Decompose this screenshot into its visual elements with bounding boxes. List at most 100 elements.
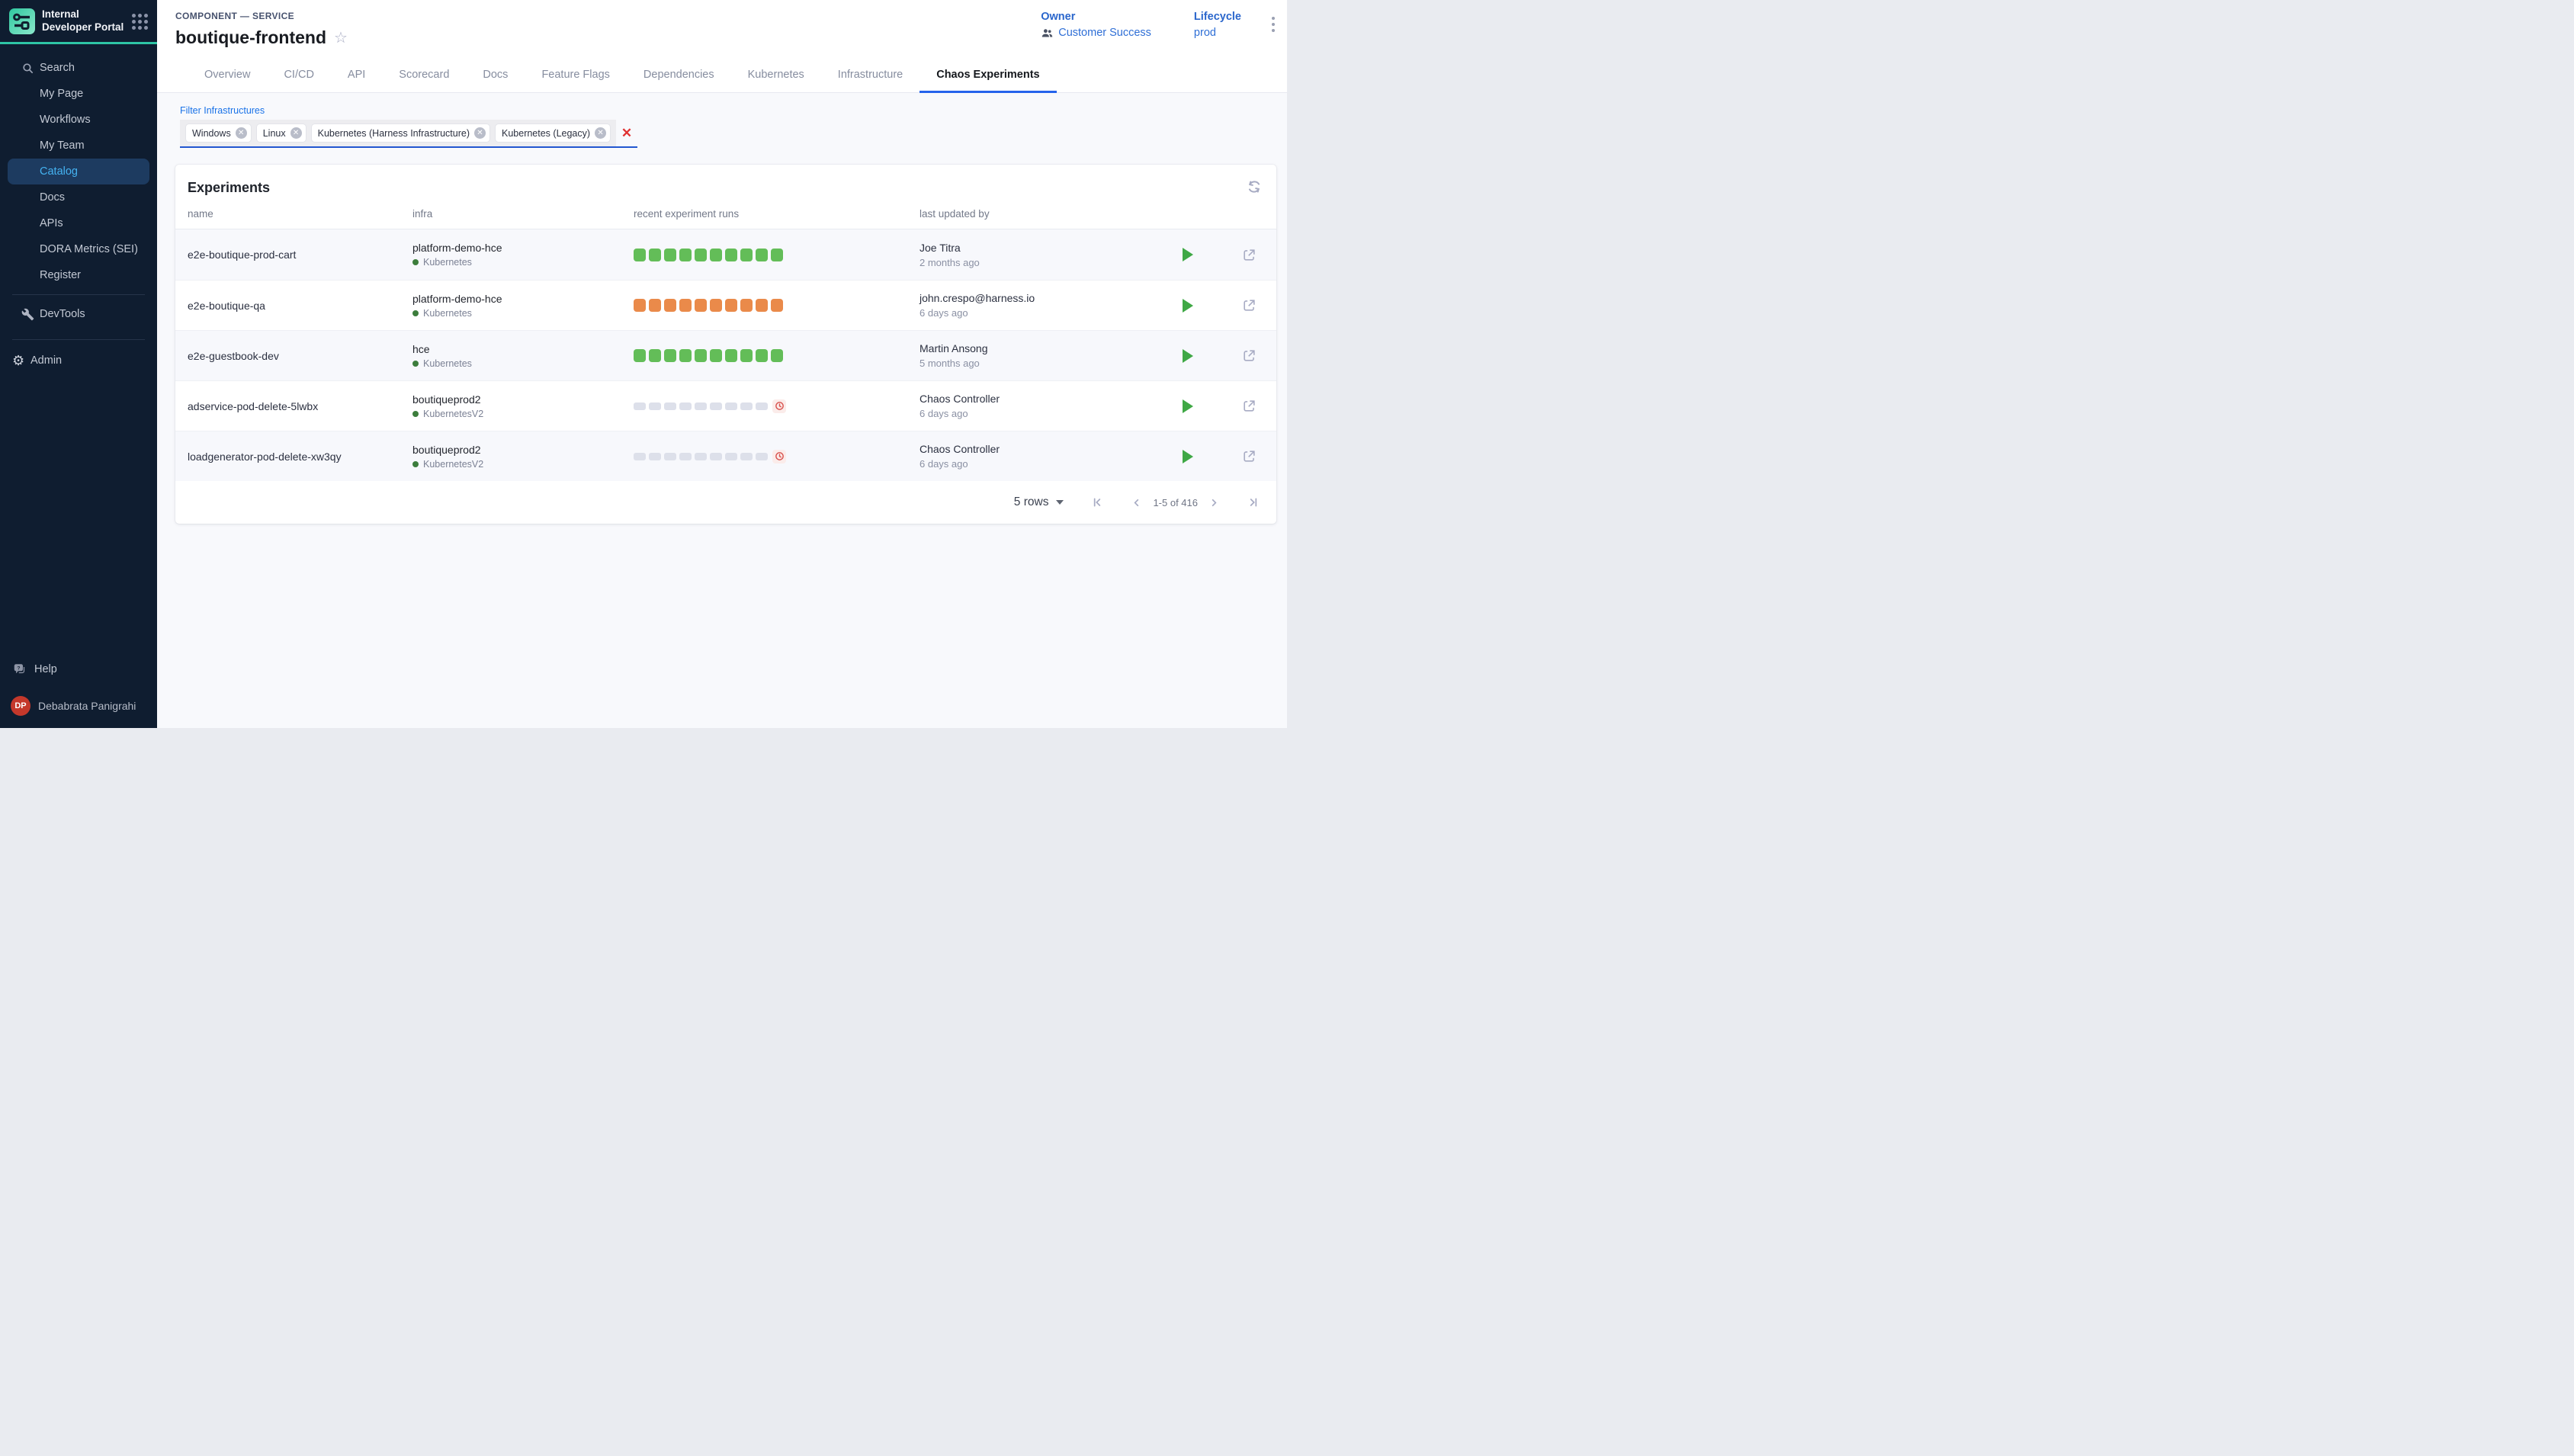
tab-infrastructure[interactable]: Infrastructure: [821, 59, 920, 92]
tab-scorecard[interactable]: Scorecard: [382, 59, 466, 92]
sidebar-item-apis[interactable]: APIs: [0, 210, 157, 236]
open-external-icon[interactable]: [1242, 399, 1257, 413]
pending-clock-icon: [772, 450, 786, 463]
sidebar-bottom: ? Help DP Debabrata Panigrahi: [0, 656, 157, 728]
rows-per-page-select[interactable]: 5 rows: [1014, 495, 1064, 509]
run-status-square: [756, 299, 768, 312]
open-external-icon[interactable]: [1242, 348, 1257, 363]
updated-by: Chaos Controller: [920, 443, 1163, 455]
filter-chip-label: Linux: [263, 128, 286, 139]
prev-page-button[interactable]: [1131, 497, 1142, 508]
filter-chip-label: Kubernetes (Legacy): [502, 128, 590, 139]
chip-close-icon[interactable]: ✕: [236, 127, 247, 139]
run-status-square: [740, 349, 753, 362]
favorite-star-icon[interactable]: ☆: [334, 30, 348, 46]
experiment-name: loadgenerator-pod-delete-xw3qy: [188, 451, 412, 463]
run-status-square: [725, 349, 737, 362]
run-status-square: [649, 453, 661, 460]
last-updated-cell: Joe Titra2 months ago: [920, 242, 1163, 268]
filter-chip-label: Kubernetes (Harness Infrastructure): [318, 128, 470, 139]
run-experiment-play-button[interactable]: [1183, 399, 1193, 413]
user-menu[interactable]: DP Debabrata Panigrahi: [0, 696, 157, 716]
page-title: boutique-frontend: [175, 27, 326, 48]
sidebar-item-catalog[interactable]: Catalog: [0, 159, 157, 184]
tab-dependencies[interactable]: Dependencies: [627, 59, 731, 92]
help-button[interactable]: ? Help: [0, 656, 157, 682]
tab-docs[interactable]: Docs: [466, 59, 525, 92]
refresh-icon[interactable]: [1246, 178, 1263, 195]
tab-api[interactable]: API: [331, 59, 382, 92]
chip-close-icon[interactable]: ✕: [474, 127, 486, 139]
help-bubble-icon: ?: [12, 662, 27, 676]
owner-label: Owner: [1041, 11, 1151, 23]
recent-runs: [634, 399, 920, 413]
sidebar-item-workflows[interactable]: Workflows: [0, 107, 157, 133]
sidebar-item-label: APIs: [40, 217, 63, 229]
tab-overview[interactable]: Overview: [188, 59, 267, 92]
filter-chip[interactable]: Linux ✕: [257, 124, 306, 142]
sidebar-item-devtools[interactable]: DevTools: [0, 301, 157, 327]
run-status-square: [634, 349, 646, 362]
run-status-square: [664, 249, 676, 261]
filter-chip[interactable]: Windows✕: [186, 124, 251, 142]
lifecycle-block: Lifecycle prod: [1194, 11, 1241, 39]
sidebar-item-my-team[interactable]: My Team: [0, 133, 157, 159]
sidebar-item-label: Register: [40, 269, 81, 281]
first-page-button[interactable]: [1091, 496, 1103, 508]
sidebar-item-label: Workflows: [40, 114, 91, 126]
brand: Internal Developer Portal: [0, 0, 157, 42]
sidebar-item-label: My Team: [40, 140, 85, 152]
app-window: Internal Developer Portal SearchMy Page W…: [0, 0, 1287, 728]
filter-chip[interactable]: Kubernetes (Legacy) ✕: [496, 124, 610, 142]
sidebar-item-dora-metrics-sei-[interactable]: DORA Metrics (SEI): [0, 236, 157, 262]
avatar: DP: [11, 696, 30, 716]
owner-link[interactable]: Customer Success: [1058, 27, 1151, 39]
row-actions: [1163, 348, 1276, 363]
run-status-square: [679, 249, 692, 261]
sidebar-item-docs[interactable]: Docs: [0, 184, 157, 210]
updated-time: 6 days ago: [920, 307, 1163, 319]
infra-name: hce: [412, 343, 634, 355]
sidebar-item-my-page[interactable]: My Page: [0, 81, 157, 107]
last-page-button[interactable]: [1247, 496, 1260, 508]
tab-ci-cd[interactable]: CI/CD: [267, 59, 330, 92]
row-actions: [1163, 449, 1276, 463]
last-updated-cell: Chaos Controller6 days ago: [920, 443, 1163, 470]
next-page-button[interactable]: [1208, 497, 1220, 508]
run-status-square: [725, 249, 737, 261]
kebab-menu-icon[interactable]: [1272, 17, 1275, 32]
tab-kubernetes[interactable]: Kubernetes: [731, 59, 821, 92]
infrastructure-filter-input[interactable]: Windows✕Linux✕Kubernetes (Harness Infras…: [180, 120, 637, 148]
row-actions: [1163, 399, 1276, 413]
tab-feature-flags[interactable]: Feature Flags: [525, 59, 626, 92]
sidebar-item-admin[interactable]: ⚙ Admin: [0, 348, 157, 374]
open-external-icon[interactable]: [1242, 298, 1257, 313]
run-experiment-play-button[interactable]: [1183, 299, 1193, 313]
open-external-icon[interactable]: [1242, 248, 1257, 262]
filter-chip[interactable]: Kubernetes (Harness Infrastructure) ✕: [312, 124, 489, 142]
run-status-square: [725, 402, 737, 410]
pending-clock-icon: [772, 399, 786, 413]
card-title: Experiments: [188, 180, 270, 195]
tab-chaos-experiments[interactable]: Chaos Experiments: [920, 59, 1056, 92]
run-experiment-play-button[interactable]: [1183, 450, 1193, 463]
chip-close-icon[interactable]: ✕: [290, 127, 302, 139]
status-dot-icon: [412, 310, 419, 316]
updated-by: john.crespo@harness.io: [920, 292, 1163, 304]
apps-grid-icon[interactable]: [132, 14, 148, 30]
filter-label[interactable]: Filter Infrastructures: [180, 105, 1287, 116]
run-status-square: [664, 349, 676, 362]
infra-cell: boutiqueprod2KubernetesV2: [412, 393, 634, 419]
chip-close-icon[interactable]: ✕: [595, 127, 606, 139]
run-status-square: [634, 299, 646, 312]
open-external-icon[interactable]: [1242, 449, 1257, 463]
sidebar-item-register[interactable]: Register: [0, 262, 157, 288]
infra-subrow: Kubernetes: [412, 257, 634, 268]
clear-filter-icon[interactable]: ✕: [616, 120, 637, 146]
run-experiment-play-button[interactable]: [1183, 349, 1193, 363]
last-updated-cell: john.crespo@harness.io 6 days ago: [920, 292, 1163, 319]
last-updated-cell: Chaos Controller6 days ago: [920, 393, 1163, 419]
run-experiment-play-button[interactable]: [1183, 248, 1193, 261]
updated-time: 2 months ago: [920, 257, 1163, 268]
sidebar-item-search[interactable]: Search: [0, 55, 157, 81]
